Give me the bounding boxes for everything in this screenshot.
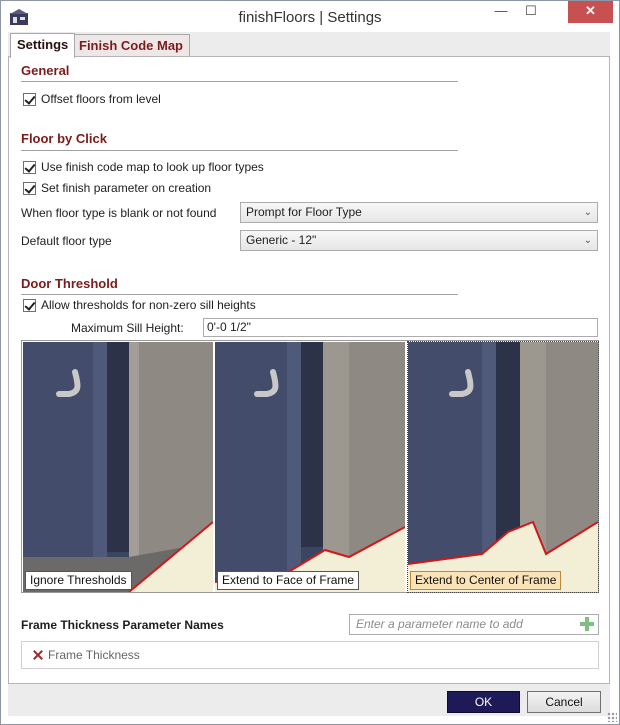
use-finish-code-map-checkbox[interactable] [23,160,36,174]
section-title-floor-by-click: Floor by Click [21,131,107,146]
threshold-option-face-of-frame[interactable]: Extend to Face of Frame [215,342,405,592]
default-floor-type-value: Generic - 12" [246,233,317,247]
door-center-illustration [408,342,598,592]
close-button[interactable]: ✕ [568,1,613,23]
max-sill-height-input[interactable]: 0'-0 1/2" [203,318,598,337]
section-divider [21,81,458,82]
frame-thickness-title: Frame Thickness Parameter Names [21,618,224,632]
door-face-illustration [215,342,405,592]
section-divider [21,150,458,151]
minimize-button[interactable]: — [486,1,516,23]
default-floor-type-select[interactable]: Generic - 12" ⌄ [240,230,598,251]
section-title-door-threshold: Door Threshold [21,276,118,291]
chevron-down-icon: ⌄ [583,207,592,218]
parameter-name: Frame Thickness [48,648,140,662]
section-divider [21,294,458,295]
cancel-button[interactable]: Cancel [527,691,601,713]
allow-thresholds-checkbox[interactable] [23,298,36,312]
resize-grip-icon[interactable] [607,712,617,722]
set-finish-param-label: Set finish parameter on creation [41,181,212,195]
parameter-name-input[interactable]: Enter a parameter name to add [349,614,599,635]
threshold-option-caption: Extend to Face of Frame [217,571,360,590]
threshold-option-ignore[interactable]: Ignore Thresholds [23,342,213,592]
parameter-list: Frame Thickness [21,641,599,669]
threshold-option-caption: Ignore Thresholds [25,571,132,590]
door-ignore-illustration [23,342,213,592]
parameter-name-placeholder: Enter a parameter name to add [356,617,523,631]
tab-finish-code-map[interactable]: Finish Code Map [72,34,190,57]
offset-floors-label: Offset floors from level [41,92,161,106]
maximize-button[interactable]: ☐ [516,1,546,23]
threshold-option-gallery: Ignore Thresholds Extend to Face of Fram… [21,340,599,593]
set-finish-param-row[interactable]: Set finish parameter on creation [23,180,211,196]
use-finish-code-map-label: Use finish code map to look up floor typ… [41,160,264,174]
allow-thresholds-label: Allow thresholds for non-zero sill heigh… [41,298,256,312]
list-item: Frame Thickness [32,648,140,662]
section-title-general: General [21,63,70,78]
offset-floors-row[interactable]: Offset floors from level [23,91,161,107]
offset-floors-checkbox[interactable] [23,92,36,106]
title-bar[interactable]: finishFloors | Settings — ☐ ✕ [1,1,619,33]
blank-floor-type-select[interactable]: Prompt for Floor Type ⌄ [240,202,598,223]
blank-floor-type-label: When floor type is blank or not found [21,206,217,220]
set-finish-param-checkbox[interactable] [23,181,36,195]
tab-settings[interactable]: Settings [10,33,76,58]
chevron-down-icon: ⌄ [583,235,592,246]
threshold-option-center-of-frame[interactable]: Extend to Center of Frame [407,341,599,593]
allow-thresholds-row[interactable]: Allow thresholds for non-zero sill heigh… [23,297,256,313]
threshold-option-caption: Extend to Center of Frame [410,571,562,590]
add-parameter-icon[interactable] [579,616,595,632]
max-sill-height-label: Maximum Sill Height: [71,321,184,335]
remove-icon[interactable] [32,649,44,661]
ok-button[interactable]: OK [447,691,520,713]
default-floor-type-label: Default floor type [21,234,112,248]
blank-floor-type-value: Prompt for Floor Type [246,205,362,219]
use-finish-code-map-row[interactable]: Use finish code map to look up floor typ… [23,159,264,175]
